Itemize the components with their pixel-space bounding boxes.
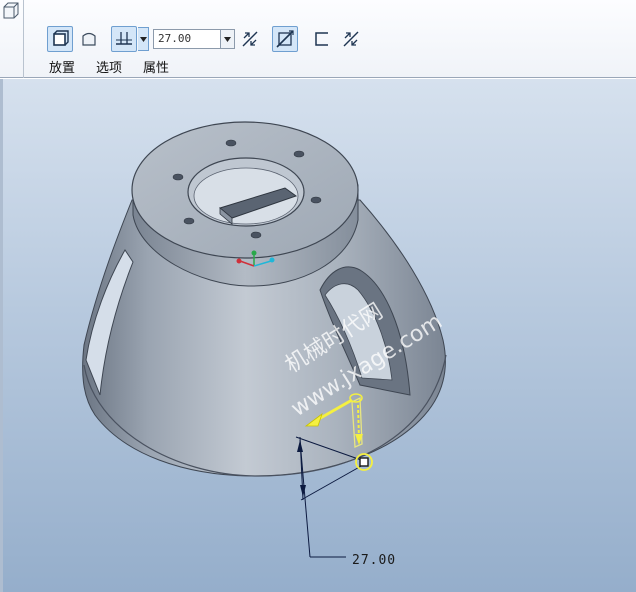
depth-drag-handle[interactable]	[355, 453, 373, 471]
bolt-hole	[250, 231, 262, 239]
model-canvas[interactable]: 机械时代网 www.jxage.com 27.00	[0, 79, 636, 592]
bolt-hole	[310, 196, 322, 204]
surface-button[interactable]	[76, 26, 102, 52]
flip-direction-icon	[242, 31, 258, 47]
bolt-hole	[293, 150, 305, 158]
feature-corner-icon	[3, 2, 19, 19]
surface-extrude-icon	[82, 32, 96, 46]
remove-material-button[interactable]	[272, 26, 298, 52]
dimension-value-label[interactable]: 27.00	[352, 553, 396, 568]
depth-blind-icon	[116, 32, 132, 45]
thicken-sketch-icon	[315, 32, 328, 46]
solid-extrude-icon	[53, 30, 69, 46]
tab-placement[interactable]: 放置	[49, 57, 75, 76]
tab-options[interactable]: 选项	[96, 57, 122, 76]
depth-value-input[interactable]: 27.00	[153, 29, 221, 49]
flip-direction-button[interactable]	[237, 26, 263, 52]
extrude-dashboard: 27.00 放置 选项 属性	[0, 0, 636, 78]
chevron-down-icon	[224, 36, 231, 42]
chevron-down-icon	[139, 36, 147, 42]
depth-option-button[interactable]	[111, 26, 137, 52]
remove-material-icon	[276, 30, 294, 48]
solid-button[interactable]	[47, 26, 73, 52]
bolt-hole	[183, 217, 195, 225]
depth-value-dropdown[interactable]	[221, 29, 235, 49]
depth-option-dropdown[interactable]	[138, 27, 149, 51]
flip-thicken-icon	[343, 31, 359, 47]
flip-thicken-button[interactable]	[338, 26, 364, 52]
viewport-left-edge	[0, 79, 3, 592]
thicken-sketch-button[interactable]	[309, 26, 335, 52]
tab-properties[interactable]: 属性	[143, 57, 169, 76]
bolt-hole	[172, 173, 184, 181]
graphics-viewport[interactable]: 机械时代网 www.jxage.com 27.00	[0, 79, 636, 592]
dashboard-divider	[23, 0, 24, 78]
bolt-hole	[225, 139, 237, 147]
